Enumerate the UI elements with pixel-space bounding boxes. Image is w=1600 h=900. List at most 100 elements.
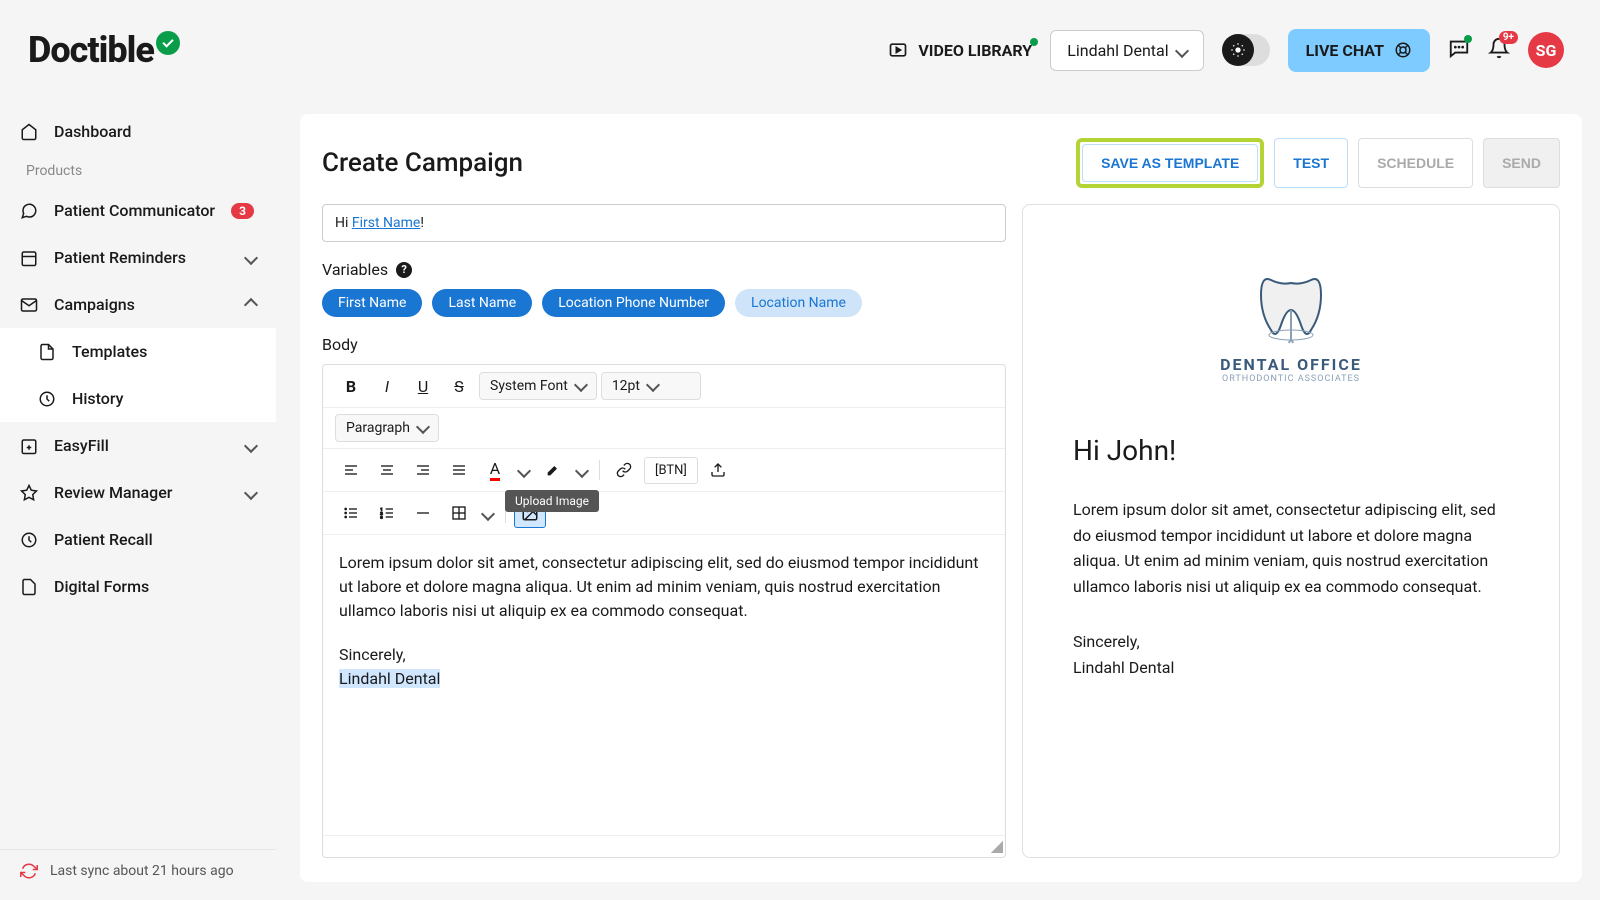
chevron-down-icon <box>246 483 256 502</box>
toolbar-row-3: A [BTN] <box>323 449 1005 492</box>
font-family-select[interactable]: System Font <box>479 372 597 400</box>
sidebar-item-patient-communicator[interactable]: Patient Communicator 3 <box>0 187 276 234</box>
horizontal-rule-button[interactable] <box>407 498 439 528</box>
bold-button[interactable]: B <box>335 371 367 401</box>
refresh-icon <box>20 531 38 549</box>
help-icon[interactable]: ? <box>396 262 412 278</box>
user-avatar[interactable]: SG <box>1528 32 1564 68</box>
chevron-down-icon <box>576 378 586 394</box>
align-right-icon <box>415 462 431 478</box>
forms-icon <box>20 578 38 596</box>
align-justify-icon <box>451 462 467 478</box>
star-icon <box>20 484 38 502</box>
chip-last-name[interactable]: Last Name <box>432 289 532 317</box>
chevron-down-icon <box>648 378 658 394</box>
align-left-button[interactable] <box>335 455 367 485</box>
preview-company: Lindahl Dental <box>1073 655 1509 681</box>
highlight-button[interactable] <box>537 455 569 485</box>
align-justify-button[interactable] <box>443 455 475 485</box>
preview-body: Lorem ipsum dolor sit amet, consectetur … <box>1073 497 1509 599</box>
strikethrough-button[interactable]: S <box>443 371 475 401</box>
chevron-down-icon <box>418 420 428 436</box>
sidebar-item-patient-reminders[interactable]: Patient Reminders <box>0 234 276 281</box>
send-button[interactable]: SEND <box>1483 138 1560 188</box>
save-as-template-button[interactable]: SAVE AS TEMPLATE <box>1082 144 1258 182</box>
greeting-suffix: ! <box>420 215 424 231</box>
video-library-link[interactable]: VIDEO LIBRARY <box>888 40 1032 60</box>
text-color-button[interactable]: A <box>479 455 511 485</box>
notifications-button[interactable]: 9+ <box>1488 37 1510 63</box>
resize-handle-icon[interactable]: ◢ <box>991 836 1003 855</box>
status-dot-icon <box>1464 35 1472 43</box>
greeting-input[interactable]: Hi First Name! <box>322 204 1006 242</box>
numbered-list-button[interactable]: 123 <box>371 498 403 528</box>
table-icon <box>451 505 467 521</box>
logo-text: Doctible <box>28 29 154 71</box>
preview-signature: Sincerely, Lindahl Dental <box>1073 629 1509 680</box>
logo-dot-icon <box>156 31 180 55</box>
editor-footer: ◢ <box>323 835 1005 857</box>
italic-button[interactable]: I <box>371 371 403 401</box>
sidebar-label: Patient Recall <box>54 530 153 549</box>
action-buttons: SAVE AS TEMPLATE TEST SCHEDULE SEND <box>1076 138 1560 188</box>
history-icon <box>38 390 56 408</box>
theme-toggle[interactable] <box>1222 34 1270 66</box>
toolbar-divider <box>599 460 600 480</box>
sun-icon <box>1230 42 1246 58</box>
chip-first-name[interactable]: First Name <box>322 289 422 317</box>
link-icon <box>616 462 632 478</box>
align-left-icon <box>343 462 359 478</box>
sidebar-item-review-manager[interactable]: Review Manager <box>0 469 276 516</box>
preview-signoff: Sincerely, <box>1073 629 1509 655</box>
variable-chips: First Name Last Name Location Phone Numb… <box>322 289 1006 317</box>
size-value: 12pt <box>612 378 640 394</box>
sidebar-item-history[interactable]: History <box>0 375 276 422</box>
align-right-button[interactable] <box>407 455 439 485</box>
sidebar-label: Review Manager <box>54 483 172 502</box>
chip-location-name[interactable]: Location Name <box>735 289 862 317</box>
sidebar-item-campaigns[interactable]: Campaigns <box>0 281 276 328</box>
table-dropdown[interactable] <box>479 498 497 528</box>
link-button[interactable] <box>608 455 640 485</box>
block-format-select[interactable]: Paragraph <box>335 414 439 442</box>
calendar-icon <box>20 249 38 267</box>
live-chat-button[interactable]: LIVE CHAT <box>1288 29 1430 72</box>
logo[interactable]: Doctible <box>28 29 180 71</box>
underline-button[interactable]: U <box>407 371 439 401</box>
video-library-label: VIDEO LIBRARY <box>918 41 1032 60</box>
toolbar-row-4: 123 Upload Image <box>323 492 1005 535</box>
text-color-dropdown[interactable] <box>515 455 533 485</box>
variables-section-label: Variables ? <box>322 260 1006 279</box>
sidebar-label: Templates <box>72 342 147 361</box>
align-center-icon <box>379 462 395 478</box>
chip-location-phone[interactable]: Location Phone Number <box>542 289 725 317</box>
sidebar-section-products: Products <box>0 155 276 187</box>
sidebar-item-easyfill[interactable]: EasyFill <box>0 422 276 469</box>
messages-button[interactable] <box>1448 37 1470 63</box>
table-button[interactable] <box>443 498 475 528</box>
sidebar-label: Patient Communicator <box>54 201 215 220</box>
panel-header: Create Campaign SAVE AS TEMPLATE TEST SC… <box>322 138 1560 188</box>
numbered-list-icon: 123 <box>379 505 395 521</box>
main-content: Create Campaign SAVE AS TEMPLATE TEST SC… <box>276 100 1600 900</box>
editor-body[interactable]: Lorem ipsum dolor sit amet, consectetur … <box>323 535 1005 835</box>
sidebar-item-templates[interactable]: Templates <box>0 328 276 375</box>
sidebar-item-digital-forms[interactable]: Digital Forms <box>0 563 276 610</box>
bullet-list-button[interactable] <box>335 498 367 528</box>
chevron-down-icon <box>577 461 587 480</box>
highlight-dropdown[interactable] <box>573 455 591 485</box>
schedule-button[interactable]: SCHEDULE <box>1358 138 1473 188</box>
insert-button-button[interactable]: [BTN] <box>644 457 698 484</box>
highlight-save-template: SAVE AS TEMPLATE <box>1076 138 1264 188</box>
chevron-down-icon <box>483 504 493 523</box>
font-size-select[interactable]: 12pt <box>601 372 701 400</box>
rich-text-editor: B I U S System Font 12pt Paragraph <box>322 364 1006 858</box>
sidebar-item-patient-recall[interactable]: Patient Recall <box>0 516 276 563</box>
align-center-button[interactable] <box>371 455 403 485</box>
upload-button[interactable] <box>702 455 734 485</box>
practice-selector[interactable]: Lindahl Dental <box>1050 30 1203 71</box>
greeting-prefix: Hi <box>335 215 352 231</box>
sidebar-item-dashboard[interactable]: Dashboard <box>0 108 276 155</box>
sidebar-label: Dashboard <box>54 122 131 141</box>
test-button[interactable]: TEST <box>1274 138 1348 188</box>
